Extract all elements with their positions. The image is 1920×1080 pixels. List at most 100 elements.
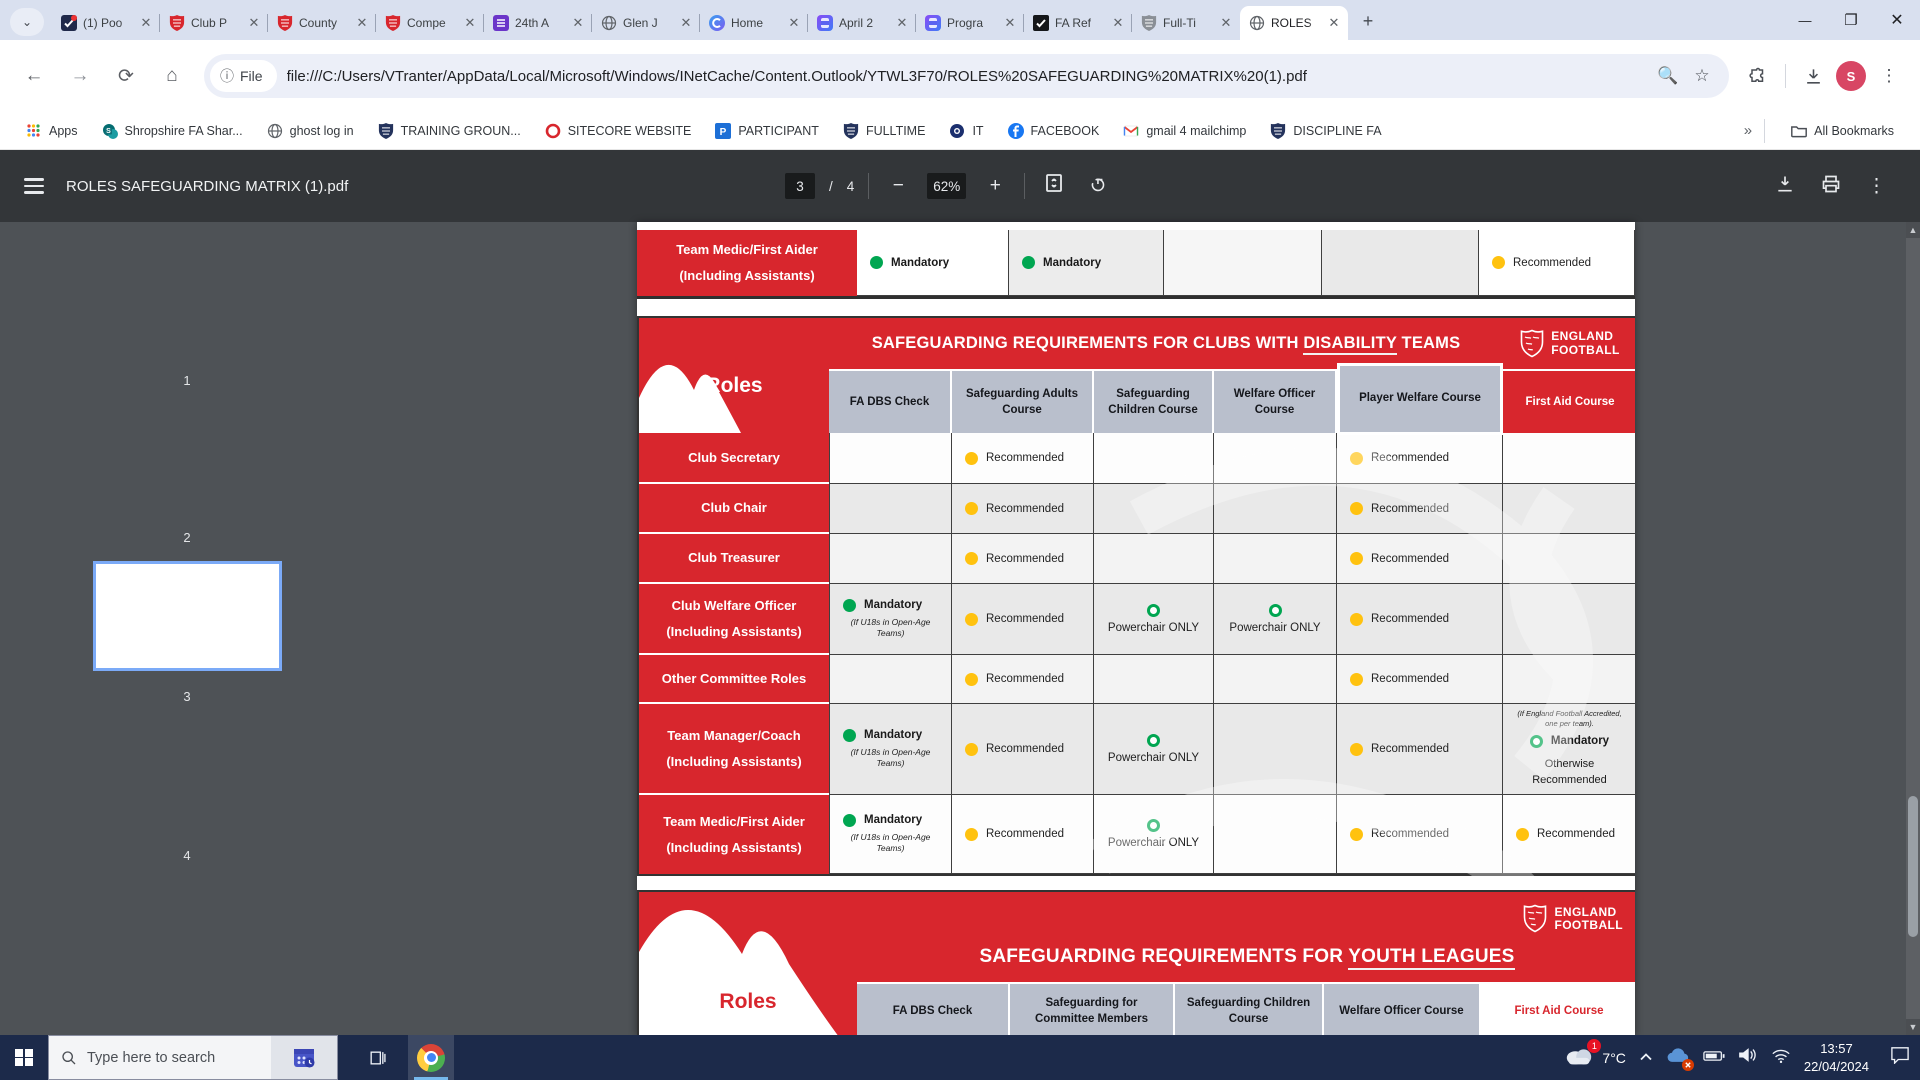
thumbnail-number-2[interactable]: 2: [0, 530, 374, 545]
bookmark-sitecore-website[interactable]: SITECORE WEBSITE: [533, 118, 704, 144]
address-bar[interactable]: ⓘ File file:///C:/Users/VTranter/AppData…: [204, 54, 1729, 98]
start-button[interactable]: [0, 1035, 48, 1080]
tab-close-icon[interactable]: ✕: [462, 15, 478, 31]
fit-page-button[interactable]: [1039, 173, 1069, 199]
back-button[interactable]: ←: [14, 56, 54, 96]
bookmark-participant[interactable]: PPARTICIPANT: [703, 118, 831, 144]
thumbnail-number-3[interactable]: 3: [0, 689, 374, 704]
tab-close-icon[interactable]: ✕: [894, 15, 910, 31]
file-scheme-chip[interactable]: ⓘ File: [210, 60, 277, 92]
page-number-input[interactable]: 3: [785, 173, 815, 199]
action-center-icon[interactable]: [1890, 1046, 1910, 1069]
weather-widget[interactable]: 1 7°C: [1564, 1044, 1626, 1071]
pdf-more-icon[interactable]: ⋮: [1867, 175, 1886, 198]
forward-button[interactable]: →: [60, 56, 100, 96]
tab-compe[interactable]: Compe✕: [376, 6, 484, 40]
volume-icon[interactable]: [1738, 1047, 1758, 1068]
tab-full-ti[interactable]: Full-Ti✕: [1132, 6, 1240, 40]
browser-menu-icon[interactable]: ⋮: [1872, 59, 1906, 93]
tab-april-2[interactable]: April 2✕: [808, 6, 916, 40]
tab-close-icon[interactable]: ✕: [354, 15, 370, 31]
bookmark-discipline-fa[interactable]: DISCIPLINE FA: [1258, 118, 1393, 144]
downloads-icon[interactable]: [1796, 59, 1830, 93]
bookmark-gmail-4-mailchimp[interactable]: gmail 4 mailchimp: [1111, 118, 1258, 144]
profile-avatar[interactable]: S: [1836, 61, 1866, 91]
bookmark-facebook[interactable]: FACEBOOK: [996, 118, 1112, 144]
tab-close-icon[interactable]: ✕: [246, 15, 262, 31]
tab--1-poo[interactable]: (1) Poo✕: [52, 6, 160, 40]
onedrive-icon[interactable]: [1666, 1047, 1690, 1068]
minimize-button[interactable]: —: [1782, 0, 1828, 40]
tab-close-icon[interactable]: ✕: [786, 15, 802, 31]
bookmark-star-icon[interactable]: ☆: [1685, 59, 1719, 93]
new-tab-button[interactable]: +: [1354, 7, 1382, 35]
toolbar-divider: [1785, 64, 1786, 88]
cell-label: Recommended: [1371, 743, 1449, 755]
tab-close-icon[interactable]: ✕: [1326, 15, 1342, 31]
reload-button[interactable]: ⟳: [106, 56, 146, 96]
tab-close-icon[interactable]: ✕: [138, 15, 154, 31]
bookmark-training-groun-[interactable]: TRAINING GROUN...: [366, 118, 533, 144]
bookmark-ghost-log-in[interactable]: ghost log in: [255, 118, 366, 144]
tab-search-button[interactable]: ⌄: [10, 8, 44, 36]
tab-club-p[interactable]: Club P✕: [160, 6, 268, 40]
taskbar-chrome-button[interactable]: [408, 1035, 454, 1080]
table-cell: Powerchair ONLY: [1214, 584, 1337, 655]
tab-fa-ref[interactable]: FA Ref✕: [1024, 6, 1132, 40]
bookmark-label: TRAINING GROUN...: [401, 124, 521, 138]
close-button[interactable]: ✕: [1874, 0, 1920, 40]
task-view-button[interactable]: [354, 1035, 400, 1080]
zoom-out-button[interactable]: −: [883, 175, 913, 197]
pdf-print-icon[interactable]: [1821, 174, 1841, 199]
table-cell: [829, 433, 952, 484]
tray-expand-chevron[interactable]: [1639, 1049, 1653, 1067]
tab-close-icon[interactable]: ✕: [1218, 15, 1234, 31]
tab-glen-j[interactable]: Glen J ✕: [592, 6, 700, 40]
all-bookmarks-button[interactable]: All Bookmarks: [1779, 118, 1906, 144]
tab-close-icon[interactable]: ✕: [1110, 15, 1126, 31]
pdf-download-icon[interactable]: [1775, 174, 1795, 199]
tab-county[interactable]: County✕: [268, 6, 376, 40]
zoom-in-button[interactable]: +: [980, 175, 1010, 197]
table-cell: [1214, 655, 1337, 704]
taskbar-search[interactable]: Type here to search: [48, 1035, 338, 1080]
scrollbar-thumb[interactable]: [1908, 796, 1918, 937]
bookmarks-overflow-icon[interactable]: »: [1744, 122, 1750, 139]
maximize-button[interactable]: ❐: [1828, 0, 1874, 40]
cell-label: Powerchair ONLY: [1094, 837, 1213, 849]
wifi-icon[interactable]: [1771, 1048, 1791, 1068]
thumbnail-number-4[interactable]: 4: [0, 848, 374, 863]
tab-roles[interactable]: ROLES✕: [1240, 6, 1348, 40]
role-cell: Club Chair: [639, 484, 829, 534]
thumbnail-page-3-selected[interactable]: [93, 561, 282, 671]
bookmark-it[interactable]: IT: [937, 118, 995, 144]
tab-close-icon[interactable]: ✕: [678, 15, 694, 31]
calendar-widget-button[interactable]: [271, 1036, 337, 1079]
pdf-menu-icon[interactable]: [24, 178, 44, 194]
tab-close-icon[interactable]: ✕: [570, 15, 586, 31]
scroll-down-arrow[interactable]: ▼: [1906, 1019, 1920, 1035]
zoom-icon[interactable]: 🔍: [1651, 59, 1685, 93]
table-cell: [829, 655, 952, 704]
home-button[interactable]: ⌂: [152, 56, 192, 96]
tab-24th-a[interactable]: 24th A✕: [484, 6, 592, 40]
clock-widget[interactable]: 13:57 22/04/2024: [1804, 1040, 1869, 1075]
thumbnail-number-1[interactable]: 1: [0, 373, 374, 388]
rotate-button[interactable]: [1083, 174, 1113, 199]
cell-label: Recommended: [986, 673, 1064, 685]
tab-label: Glen J: [623, 16, 672, 30]
scrollbar[interactable]: ▲ ▼: [1906, 222, 1920, 1035]
cell-label: Recommended: [986, 503, 1064, 515]
scroll-up-arrow[interactable]: ▲: [1906, 222, 1920, 238]
tab-close-icon[interactable]: ✕: [1002, 15, 1018, 31]
bookmark-fulltime[interactable]: FULLTIME: [831, 118, 938, 144]
bookmark-shropshire-fa-shar-[interactable]: SShropshire FA Shar...: [90, 118, 255, 144]
tab-progra[interactable]: Progra✕: [916, 6, 1024, 40]
extensions-icon[interactable]: [1741, 59, 1775, 93]
battery-icon[interactable]: [1703, 1049, 1725, 1067]
tab-home[interactable]: Home✕: [700, 6, 808, 40]
zoom-level-input[interactable]: 62%: [927, 173, 966, 199]
yellow-dot-icon: [1350, 613, 1363, 626]
bookmark-apps[interactable]: Apps: [14, 118, 90, 144]
bookmark-label: Apps: [49, 124, 78, 138]
